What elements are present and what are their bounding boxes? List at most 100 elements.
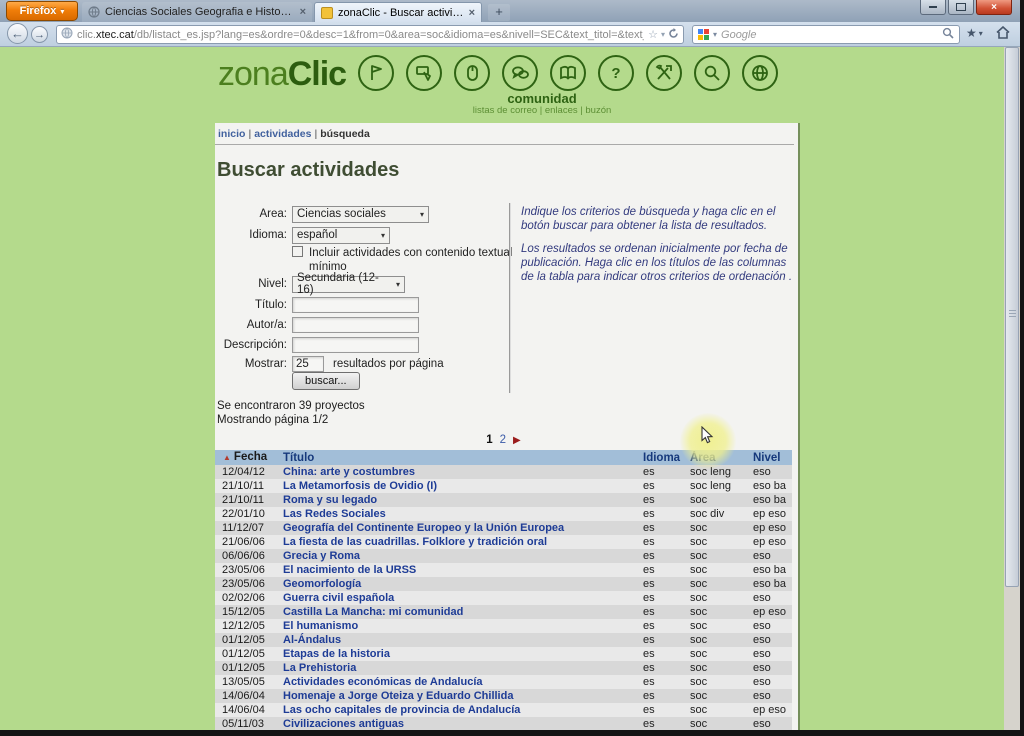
question-icon[interactable]: ?	[598, 55, 634, 91]
cell-titulo[interactable]: Homenaje a Jorge Oteiza y Eduardo Chilli…	[283, 689, 643, 703]
cell-fecha: 01/12/05	[222, 634, 265, 646]
reload-icon[interactable]	[668, 27, 679, 42]
community-links[interactable]: listas de correo | enlaces | buzón	[447, 105, 637, 117]
cell-titulo[interactable]: China: arte y costumbres	[283, 465, 643, 479]
scrollbar-thumb[interactable]	[1005, 47, 1019, 587]
pagination-page-2[interactable]: 2	[500, 434, 506, 446]
maximize-button[interactable]	[948, 0, 974, 15]
cell-titulo[interactable]: Al-Ándalus	[283, 633, 643, 647]
back-button[interactable]: ←	[7, 23, 28, 44]
cell-idioma: es	[643, 676, 655, 688]
cell-titulo[interactable]: Civilizaciones antiguas	[283, 717, 643, 730]
cell-titulo[interactable]: Guerra civil española	[283, 591, 643, 605]
cell-nivel: eso	[753, 620, 771, 632]
cell-idioma: es	[643, 704, 655, 716]
cell-titulo[interactable]: La Metamorfosis de Ovidio (I)	[283, 479, 643, 493]
cell-titulo[interactable]: Actividades económicas de Andalucía	[283, 675, 643, 689]
minimize-button[interactable]	[920, 0, 946, 15]
cell-area: soc	[690, 676, 708, 688]
table-row: 23/05/06 El nacimiento de la URSS es soc eso…	[215, 563, 792, 577]
cell-titulo[interactable]: El humanismo	[283, 619, 643, 633]
flag-icon[interactable]	[358, 55, 394, 91]
cell-fecha: 01/12/05	[222, 662, 265, 674]
hand-card-icon[interactable]	[406, 55, 442, 91]
buscar-button[interactable]: buscar...	[292, 372, 360, 390]
table-row: 01/12/05 Etapas de la historia es soc eso	[215, 647, 792, 661]
pagination-next-icon[interactable]: ▶	[513, 435, 521, 446]
cell-nivel: eso	[753, 466, 771, 478]
sort-ascending-icon: ▲	[223, 453, 231, 462]
globe-icon[interactable]	[742, 55, 778, 91]
cell-titulo[interactable]: Geomorfología	[283, 577, 643, 591]
home-button[interactable]	[996, 26, 1010, 39]
form-row-idioma: Idioma: español ▾	[215, 226, 390, 244]
speech-bubbles-icon[interactable]	[502, 55, 538, 91]
help-text: Indique los criterios de búsqueda y haga…	[521, 205, 793, 293]
cell-titulo[interactable]: La Prehistoria	[283, 661, 643, 675]
cell-fecha: 02/02/06	[222, 592, 265, 604]
cell-nivel: eso	[753, 648, 771, 660]
search-icon[interactable]	[942, 27, 954, 42]
tab-zonaclic-active[interactable]: zonaClic - Buscar actividades ×	[314, 2, 482, 22]
nivel-selected-value: Secundaria (12-16)	[297, 272, 379, 296]
tab-ciencias-sociales[interactable]: Ciencias Sociales Geografia e Historia..…	[82, 2, 312, 22]
cell-titulo[interactable]: El nacimiento de la URSS	[283, 563, 643, 577]
cell-area: soc	[690, 718, 708, 730]
book-icon[interactable]	[550, 55, 586, 91]
area-select[interactable]: Ciencias sociales ▾	[292, 205, 429, 223]
logo-zona-text: zona	[218, 55, 289, 93]
descripcion-input[interactable]	[292, 337, 419, 353]
cell-idioma: es	[643, 522, 655, 534]
column-header-titulo[interactable]: Título	[283, 451, 643, 465]
firefox-menu-button[interactable]: Firefox ▾	[6, 1, 78, 21]
chevron-down-icon[interactable]: ▾	[713, 30, 717, 39]
nivel-select[interactable]: Secundaria (12-16) ▾	[292, 272, 405, 296]
breadcrumb-actividades[interactable]: actividades	[254, 128, 311, 140]
titulo-input[interactable]	[292, 297, 419, 313]
search-icon[interactable]	[694, 55, 730, 91]
breadcrumb-inicio[interactable]: inicio	[218, 128, 245, 140]
new-tab-button[interactable]: +	[488, 4, 510, 21]
address-bar[interactable]: clic.xtec.cat/db/listact_es.jsp?lang=es&…	[56, 25, 684, 44]
cell-titulo[interactable]: Geografía del Continente Europeo y la Un…	[283, 521, 643, 535]
forward-button[interactable]: →	[31, 26, 48, 43]
vertical-scrollbar[interactable]	[1004, 47, 1020, 730]
cell-titulo[interactable]: Roma y su legado	[283, 493, 643, 507]
cell-nivel: eso	[753, 634, 771, 646]
idioma-select[interactable]: español ▾	[292, 226, 390, 244]
cell-idioma: es	[643, 550, 655, 562]
breadcrumb: inicio | actividades | búsqueda	[218, 128, 370, 140]
maximize-icon	[956, 3, 966, 11]
search-input[interactable]: ▾ Google	[692, 25, 960, 44]
cell-titulo[interactable]: Las ocho capitales de provincia de Andal…	[283, 703, 643, 717]
mouse-icon[interactable]	[454, 55, 490, 91]
bookmark-star-icon[interactable]: ☆	[648, 28, 658, 41]
cell-area: soc	[690, 536, 708, 548]
close-button[interactable]: ×	[976, 0, 1012, 15]
cell-area: soc	[690, 578, 708, 590]
cell-titulo[interactable]: Las Redes Sociales	[283, 507, 643, 521]
table-row: 21/10/11 La Metamorfosis de Ovidio (I) es s…	[215, 479, 792, 493]
column-header-nivel[interactable]: Nivel	[753, 451, 792, 465]
contenido-minimo-checkbox[interactable]	[292, 246, 303, 257]
cell-fecha: 23/05/06	[222, 578, 265, 590]
cell-titulo[interactable]: Grecia y Roma	[283, 549, 643, 563]
community-label: comunidad	[507, 91, 577, 106]
cell-titulo[interactable]: Castilla La Mancha: mi comunidad	[283, 605, 643, 619]
page-title: Buscar actividades	[217, 159, 400, 181]
table-row: 23/05/06 Geomorfología es soc eso ba	[215, 577, 792, 591]
cell-titulo[interactable]: La fiesta de las cuadrillas. Folklore y …	[283, 535, 643, 549]
zonaclic-logo[interactable]: zonaClic	[218, 55, 347, 94]
autor-input[interactable]	[292, 317, 419, 333]
cell-nivel: ep eso	[753, 522, 787, 534]
tab-close-icon[interactable]: ×	[469, 7, 475, 19]
tab-close-icon[interactable]: ×	[300, 6, 306, 18]
chevron-down-icon[interactable]: ▾	[661, 30, 665, 39]
tools-icon[interactable]	[646, 55, 682, 91]
bookmarks-button[interactable]: ★ ▾	[966, 26, 983, 40]
cell-nivel: eso	[753, 676, 771, 688]
cell-area: soc	[690, 564, 708, 576]
cell-titulo[interactable]: Etapas de la historia	[283, 647, 643, 661]
mostrar-input[interactable]: 25	[292, 356, 324, 372]
column-header-fecha[interactable]: ▲ Fecha	[215, 450, 283, 465]
